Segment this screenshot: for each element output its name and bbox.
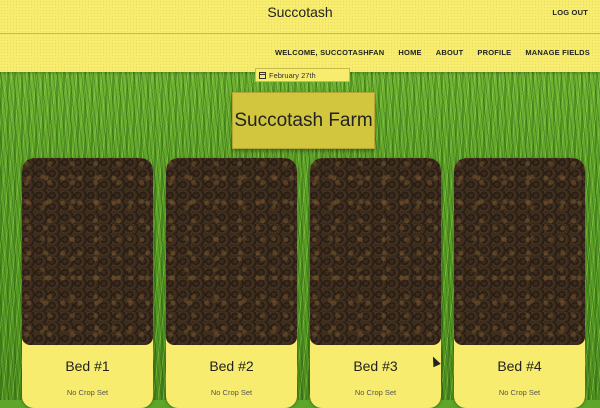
logout-link[interactable]: LOG OUT [552, 8, 588, 17]
bed-card-3[interactable]: Bed #3 No Crop Set [310, 158, 441, 408]
bed-name: Bed #1 [65, 358, 110, 374]
bed-card-1[interactable]: Bed #1 No Crop Set [22, 158, 153, 408]
calendar-icon [259, 71, 266, 79]
bed-crop-status: No Crop Set [210, 388, 253, 397]
brand-title[interactable]: Succotash [0, 4, 600, 20]
navbar-divider [0, 33, 600, 34]
bed-crop-status: No Crop Set [66, 388, 109, 397]
nav-menu: WELCOME, SUCCOTASHFAN HOME ABOUT PROFILE… [261, 48, 590, 57]
soil-image [310, 158, 441, 345]
bed-name: Bed #2 [209, 358, 254, 374]
bed-card-2[interactable]: Bed #2 No Crop Set [166, 158, 297, 408]
nav-about-link[interactable]: ABOUT [436, 48, 464, 57]
farm-title: Succotash Farm [232, 92, 375, 149]
nav-manage-fields-link[interactable]: MANAGE FIELDS [525, 48, 590, 57]
top-navbar: Succotash LOG OUT WELCOME, SUCCOTASHFAN … [0, 0, 600, 72]
soil-image [166, 158, 297, 345]
nav-profile-link[interactable]: PROFILE [477, 48, 511, 57]
soil-image [454, 158, 585, 345]
bed-card-4[interactable]: Bed #4 No Crop Set [454, 158, 585, 408]
soil-image [22, 158, 153, 345]
bed-crop-status: No Crop Set [354, 388, 397, 397]
nav-home-link[interactable]: HOME [398, 48, 421, 57]
date-label: February 27th [269, 70, 316, 80]
bed-crop-status: No Crop Set [498, 388, 541, 397]
bed-name: Bed #4 [497, 358, 542, 374]
welcome-text: WELCOME, SUCCOTASHFAN [274, 48, 385, 57]
date-display[interactable]: February 27th [255, 68, 350, 82]
bed-name: Bed #3 [353, 358, 398, 374]
